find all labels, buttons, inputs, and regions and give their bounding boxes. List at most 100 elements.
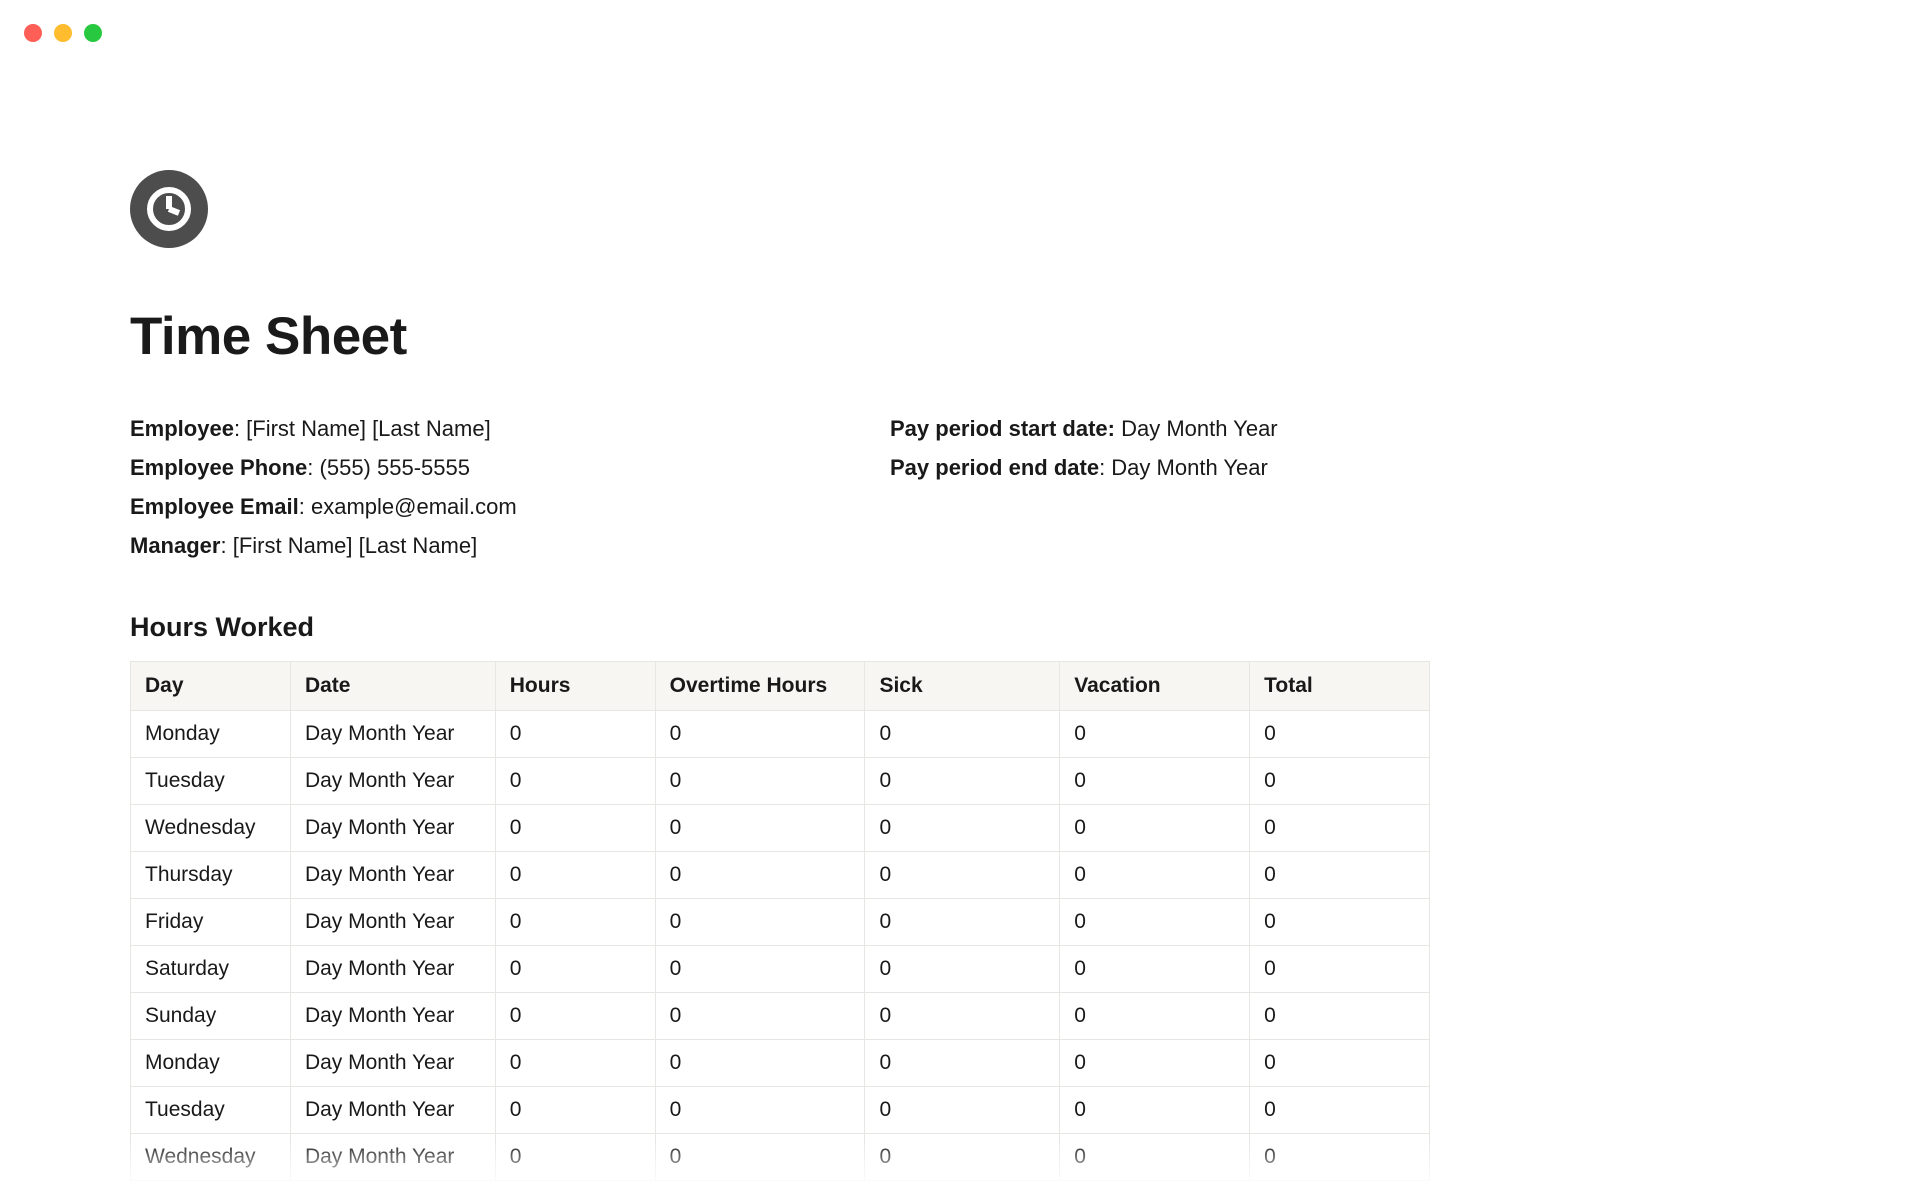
employee-phone-value: (555) 555-5555: [320, 455, 470, 480]
employee-info-left: Employee: [First Name] [Last Name] Emplo…: [130, 409, 770, 566]
hours-table: Day Date Hours Overtime Hours Sick Vacat…: [130, 661, 1430, 1181]
employee-email-value: example@email.com: [311, 494, 517, 519]
cell-overtime: 0: [655, 1039, 865, 1086]
cell-sick: 0: [865, 992, 1060, 1039]
cell-total: 0: [1250, 1086, 1430, 1133]
cell-date: Day Month Year: [290, 710, 495, 757]
employee-name-line: Employee: [First Name] [Last Name]: [130, 409, 770, 448]
cell-overtime: 0: [655, 945, 865, 992]
cell-day: Saturday: [131, 945, 291, 992]
table-row: Wednesday Day Month Year 0 0 0 0 0: [131, 1133, 1430, 1180]
cell-overtime: 0: [655, 710, 865, 757]
sep: :: [220, 533, 232, 558]
cell-total: 0: [1250, 804, 1430, 851]
cell-vacation: 0: [1060, 1039, 1250, 1086]
document-page: Time Sheet Employee: [First Name] [Last …: [130, 170, 1430, 1181]
employee-name-label: Employee: [130, 416, 234, 441]
cell-overtime: 0: [655, 851, 865, 898]
page-title: Time Sheet: [130, 306, 1430, 367]
cell-day: Tuesday: [131, 757, 291, 804]
cell-day: Monday: [131, 710, 291, 757]
cell-total: 0: [1250, 1133, 1430, 1180]
cell-hours: 0: [495, 1086, 655, 1133]
cell-day: Sunday: [131, 992, 291, 1039]
cell-hours: 0: [495, 804, 655, 851]
cell-hours: 0: [495, 1039, 655, 1086]
cell-total: 0: [1250, 898, 1430, 945]
cell-hours: 0: [495, 992, 655, 1039]
employee-email-label: Employee Email: [130, 494, 299, 519]
hours-table-header-row: Day Date Hours Overtime Hours Sick Vacat…: [131, 661, 1430, 710]
pay-period-start-line: Pay period start date: Day Month Year: [890, 409, 1278, 448]
zoom-window-button[interactable]: [84, 24, 102, 42]
hours-table-body: Monday Day Month Year 0 0 0 0 0 Tuesday …: [131, 710, 1430, 1180]
col-total: Total: [1250, 661, 1430, 710]
employee-email-line: Employee Email: example@email.com: [130, 487, 770, 526]
cell-day: Monday: [131, 1039, 291, 1086]
manager-value: [First Name] [Last Name]: [233, 533, 478, 558]
cell-date: Day Month Year: [290, 992, 495, 1039]
cell-vacation: 0: [1060, 898, 1250, 945]
cell-hours: 0: [495, 757, 655, 804]
table-row: Sunday Day Month Year 0 0 0 0 0: [131, 992, 1430, 1039]
cell-sick: 0: [865, 804, 1060, 851]
cell-total: 0: [1250, 1039, 1430, 1086]
sep: :: [307, 455, 319, 480]
sep: :: [1099, 455, 1111, 480]
cell-hours: 0: [495, 1133, 655, 1180]
pay-period-end-value: Day Month Year: [1111, 455, 1268, 480]
col-sick: Sick: [865, 661, 1060, 710]
cell-sick: 0: [865, 1133, 1060, 1180]
cell-total: 0: [1250, 710, 1430, 757]
pay-period-end-label: Pay period end date: [890, 455, 1099, 480]
cell-date: Day Month Year: [290, 1086, 495, 1133]
col-overtime: Overtime Hours: [655, 661, 865, 710]
cell-hours: 0: [495, 851, 655, 898]
cell-vacation: 0: [1060, 851, 1250, 898]
sep: :: [299, 494, 311, 519]
cell-vacation: 0: [1060, 757, 1250, 804]
clock-icon: [130, 170, 208, 248]
window-controls: [24, 24, 102, 42]
cell-overtime: 0: [655, 757, 865, 804]
cell-day: Wednesday: [131, 1133, 291, 1180]
col-hours: Hours: [495, 661, 655, 710]
pay-period-end-line: Pay period end date: Day Month Year: [890, 448, 1278, 487]
cell-overtime: 0: [655, 992, 865, 1039]
employee-phone-label: Employee Phone: [130, 455, 307, 480]
cell-sick: 0: [865, 945, 1060, 992]
cell-date: Day Month Year: [290, 898, 495, 945]
cell-total: 0: [1250, 851, 1430, 898]
cell-total: 0: [1250, 757, 1430, 804]
cell-overtime: 0: [655, 804, 865, 851]
cell-overtime: 0: [655, 1133, 865, 1180]
cell-vacation: 0: [1060, 1133, 1250, 1180]
table-row: Tuesday Day Month Year 0 0 0 0 0: [131, 1086, 1430, 1133]
cell-overtime: 0: [655, 1086, 865, 1133]
cell-hours: 0: [495, 898, 655, 945]
cell-date: Day Month Year: [290, 945, 495, 992]
cell-day: Tuesday: [131, 1086, 291, 1133]
pay-period-info: Pay period start date: Day Month Year Pa…: [890, 409, 1278, 566]
minimize-window-button[interactable]: [54, 24, 72, 42]
cell-date: Day Month Year: [290, 1133, 495, 1180]
cell-total: 0: [1250, 945, 1430, 992]
cell-sick: 0: [865, 898, 1060, 945]
cell-date: Day Month Year: [290, 757, 495, 804]
cell-day: Wednesday: [131, 804, 291, 851]
sep: :: [234, 416, 246, 441]
manager-label: Manager: [130, 533, 220, 558]
table-row: Monday Day Month Year 0 0 0 0 0: [131, 710, 1430, 757]
cell-sick: 0: [865, 851, 1060, 898]
cell-sick: 0: [865, 710, 1060, 757]
table-row: Friday Day Month Year 0 0 0 0 0: [131, 898, 1430, 945]
col-vacation: Vacation: [1060, 661, 1250, 710]
cell-hours: 0: [495, 945, 655, 992]
col-date: Date: [290, 661, 495, 710]
close-window-button[interactable]: [24, 24, 42, 42]
table-row: Monday Day Month Year 0 0 0 0 0: [131, 1039, 1430, 1086]
cell-vacation: 0: [1060, 992, 1250, 1039]
cell-overtime: 0: [655, 898, 865, 945]
cell-vacation: 0: [1060, 710, 1250, 757]
cell-sick: 0: [865, 1039, 1060, 1086]
